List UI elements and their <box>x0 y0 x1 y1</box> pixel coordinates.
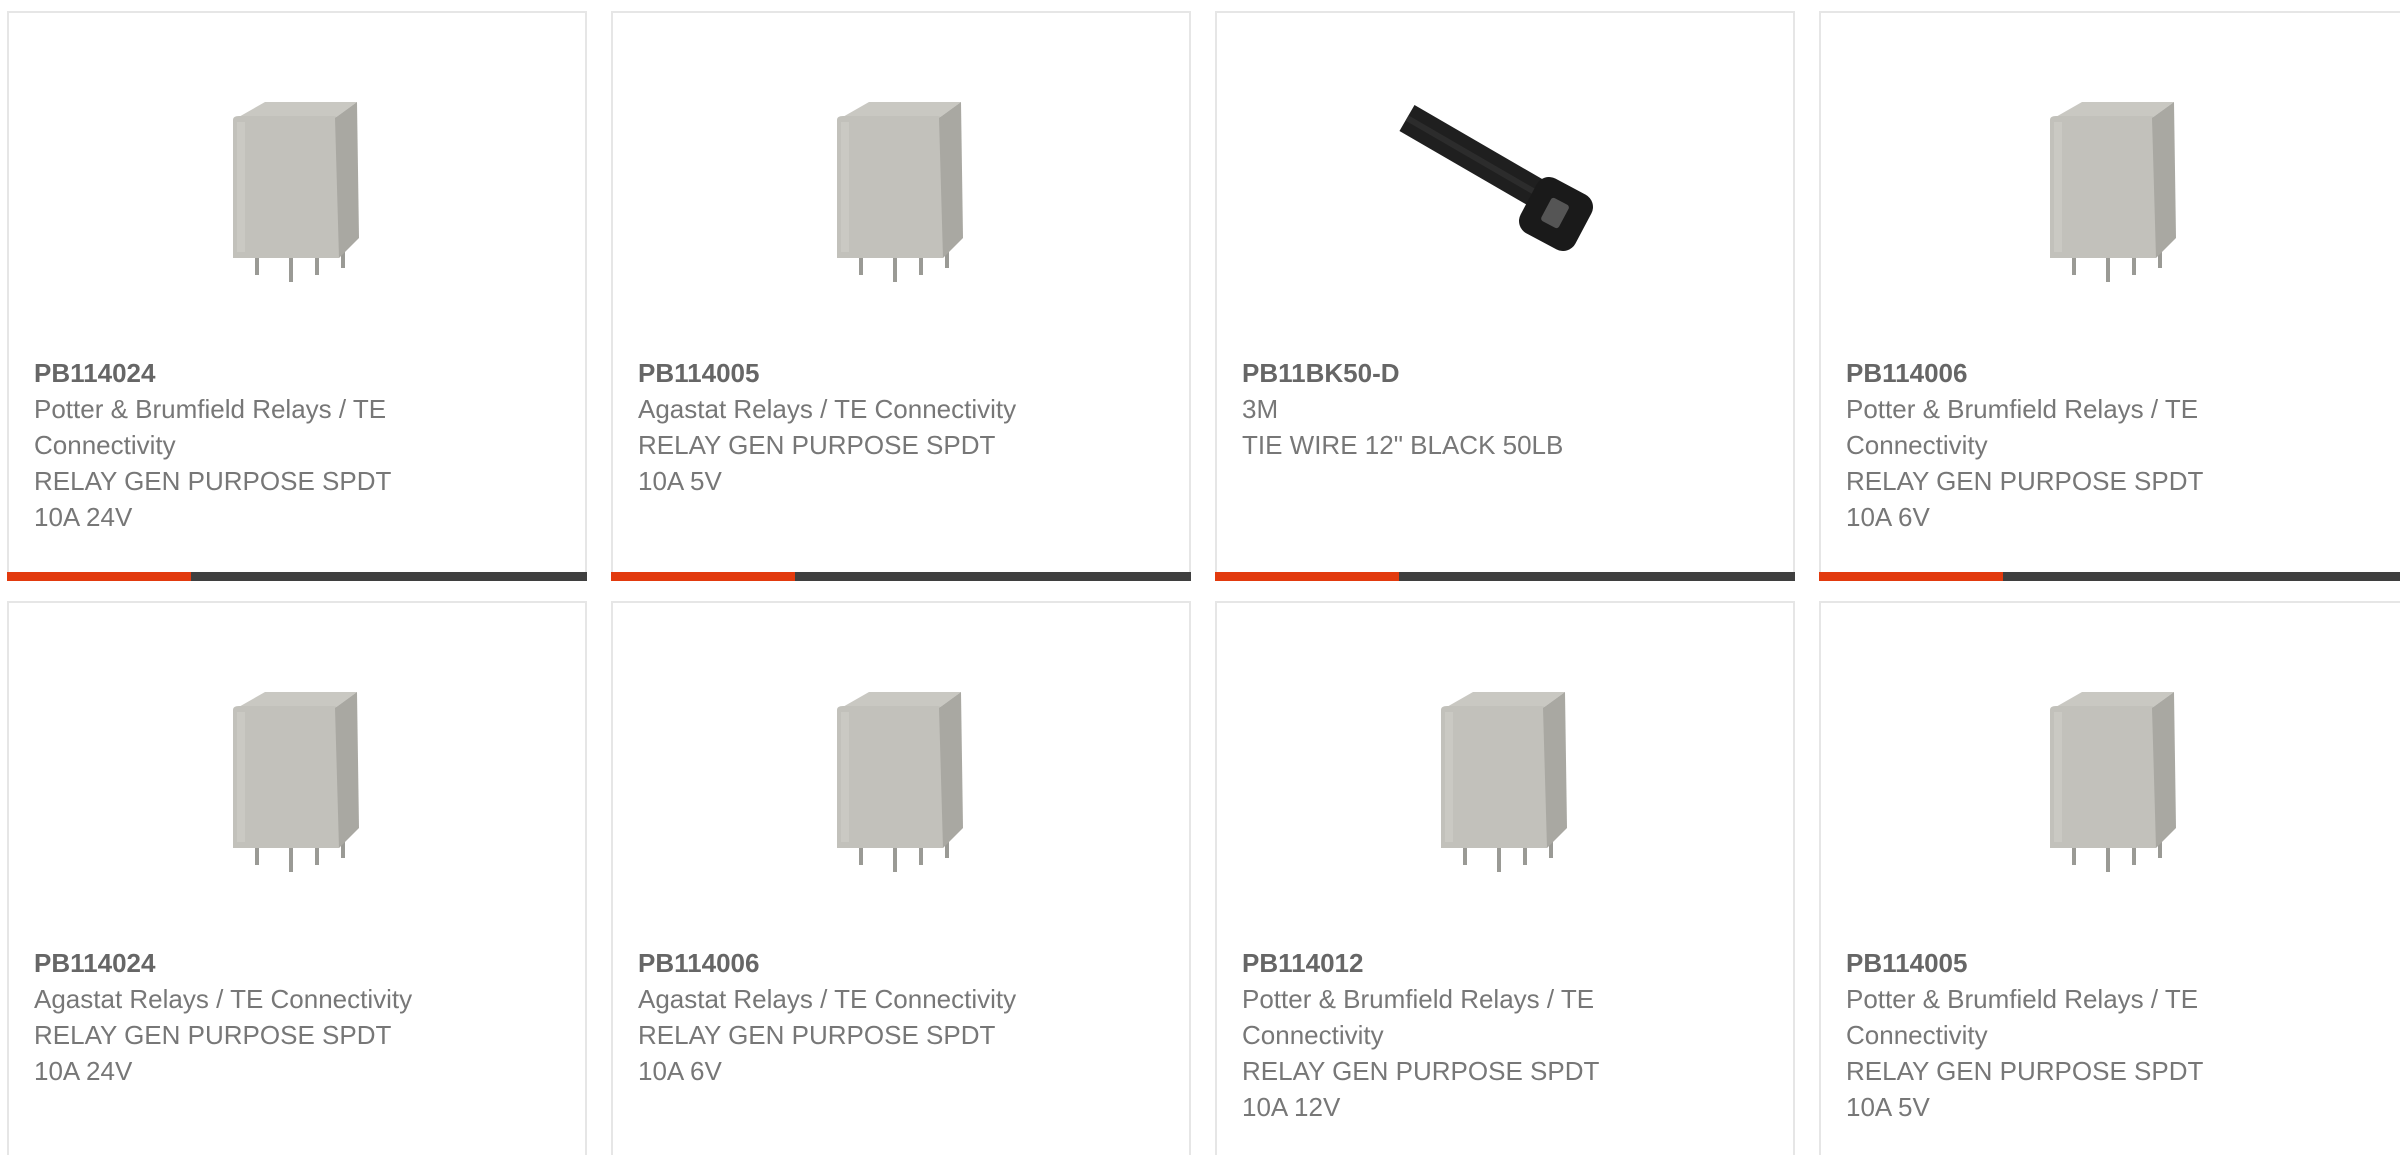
description-line: 10A 24V <box>34 502 133 532</box>
product-card[interactable]: PB11BK50-D 3M TIE WIRE 12" BLACK 50LB <box>1215 11 1795 581</box>
product-card[interactable]: PB114006 Potter & Brumfield Relays / TE … <box>1819 11 2400 581</box>
manufacturer-line: Potter & Brumfield Relays / TE <box>1846 984 2199 1014</box>
manufacturer-line: Agastat Relays / TE Connectivity <box>638 394 1017 424</box>
product-card[interactable]: PB114006 Agastat Relays / TE Connectivit… <box>611 601 1191 1155</box>
product-info: PB114005 Potter & Brumfield Relays / TE … <box>1846 945 2382 1125</box>
manufacturer-line: 3M <box>1242 394 1279 424</box>
part-number[interactable]: PB114012 <box>1242 945 1768 981</box>
product-image[interactable] <box>9 73 585 303</box>
part-number[interactable]: PB114024 <box>34 355 560 391</box>
description-line: RELAY GEN PURPOSE SPDT <box>34 466 392 496</box>
product-card[interactable]: PB114024 Potter & Brumfield Relays / TE … <box>7 11 587 581</box>
product-info: PB114006 Potter & Brumfield Relays / TE … <box>1846 355 2382 535</box>
product-info: PB114024 Agastat Relays / TE Connectivit… <box>34 945 560 1089</box>
part-number[interactable]: PB114006 <box>638 945 1164 981</box>
product-info: PB114012 Potter & Brumfield Relays / TE … <box>1242 945 1768 1125</box>
product-info: PB11BK50-D 3M TIE WIRE 12" BLACK 50LB <box>1242 355 1768 463</box>
part-number[interactable]: PB114006 <box>1846 355 2382 391</box>
manufacturer-line: Connectivity <box>1846 430 1988 460</box>
part-number[interactable]: PB114024 <box>34 945 560 981</box>
description-line: 10A 5V <box>638 466 722 496</box>
relay-image <box>233 692 359 872</box>
product-image[interactable] <box>9 663 585 893</box>
card-accent-bar <box>1819 572 2400 581</box>
product-image[interactable] <box>1821 663 2400 893</box>
card-accent-bar <box>7 572 587 581</box>
product-image[interactable] <box>1217 663 1793 893</box>
description-line: RELAY GEN PURPOSE SPDT <box>638 1020 996 1050</box>
description-line: 10A 12V <box>1242 1092 1341 1122</box>
description-line: TIE WIRE 12" BLACK 50LB <box>1242 430 1564 460</box>
product-info: PB114006 Agastat Relays / TE Connectivit… <box>638 945 1164 1089</box>
description-line: RELAY GEN PURPOSE SPDT <box>638 430 996 460</box>
product-card[interactable]: PB114024 Agastat Relays / TE Connectivit… <box>7 601 587 1155</box>
manufacturer-line: Connectivity <box>34 430 176 460</box>
product-grid: PB114024 Potter & Brumfield Relays / TE … <box>0 0 2400 1155</box>
relay-image <box>2050 692 2176 872</box>
relay-image <box>837 102 963 282</box>
product-card[interactable]: PB114005 Agastat Relays / TE Connectivit… <box>611 11 1191 581</box>
relay-image <box>233 102 359 282</box>
description-line: RELAY GEN PURPOSE SPDT <box>1846 1056 2204 1086</box>
product-image[interactable] <box>613 73 1189 303</box>
relay-image <box>2050 102 2176 282</box>
cable-tie-image <box>1399 105 1593 251</box>
description-line: RELAY GEN PURPOSE SPDT <box>1242 1056 1600 1086</box>
manufacturer-line: Potter & Brumfield Relays / TE <box>1846 394 2199 424</box>
description-line: 10A 6V <box>638 1056 722 1086</box>
description-line: 10A 5V <box>1846 1092 1930 1122</box>
description-line: 10A 24V <box>34 1056 133 1086</box>
product-image[interactable] <box>1217 73 1793 303</box>
manufacturer-line: Potter & Brumfield Relays / TE <box>1242 984 1595 1014</box>
product-info: PB114005 Agastat Relays / TE Connectivit… <box>638 355 1164 499</box>
product-image[interactable] <box>1821 73 2400 303</box>
relay-image <box>1441 692 1567 872</box>
description-line: RELAY GEN PURPOSE SPDT <box>1846 466 2204 496</box>
manufacturer-line: Potter & Brumfield Relays / TE <box>34 394 387 424</box>
card-accent-bar <box>1215 572 1795 581</box>
relay-image <box>837 692 963 872</box>
product-image[interactable] <box>613 663 1189 893</box>
card-accent-bar <box>611 572 1191 581</box>
manufacturer-line: Agastat Relays / TE Connectivity <box>638 984 1017 1014</box>
part-number[interactable]: PB114005 <box>638 355 1164 391</box>
manufacturer-line: Connectivity <box>1846 1020 1988 1050</box>
product-card[interactable]: PB114005 Potter & Brumfield Relays / TE … <box>1819 601 2400 1155</box>
manufacturer-line: Agastat Relays / TE Connectivity <box>34 984 413 1014</box>
part-number[interactable]: PB11BK50-D <box>1242 355 1768 391</box>
description-line: RELAY GEN PURPOSE SPDT <box>34 1020 392 1050</box>
product-card[interactable]: PB114012 Potter & Brumfield Relays / TE … <box>1215 601 1795 1155</box>
product-info: PB114024 Potter & Brumfield Relays / TE … <box>34 355 560 535</box>
manufacturer-line: Connectivity <box>1242 1020 1384 1050</box>
description-line: 10A 6V <box>1846 502 1930 532</box>
part-number[interactable]: PB114005 <box>1846 945 2382 981</box>
